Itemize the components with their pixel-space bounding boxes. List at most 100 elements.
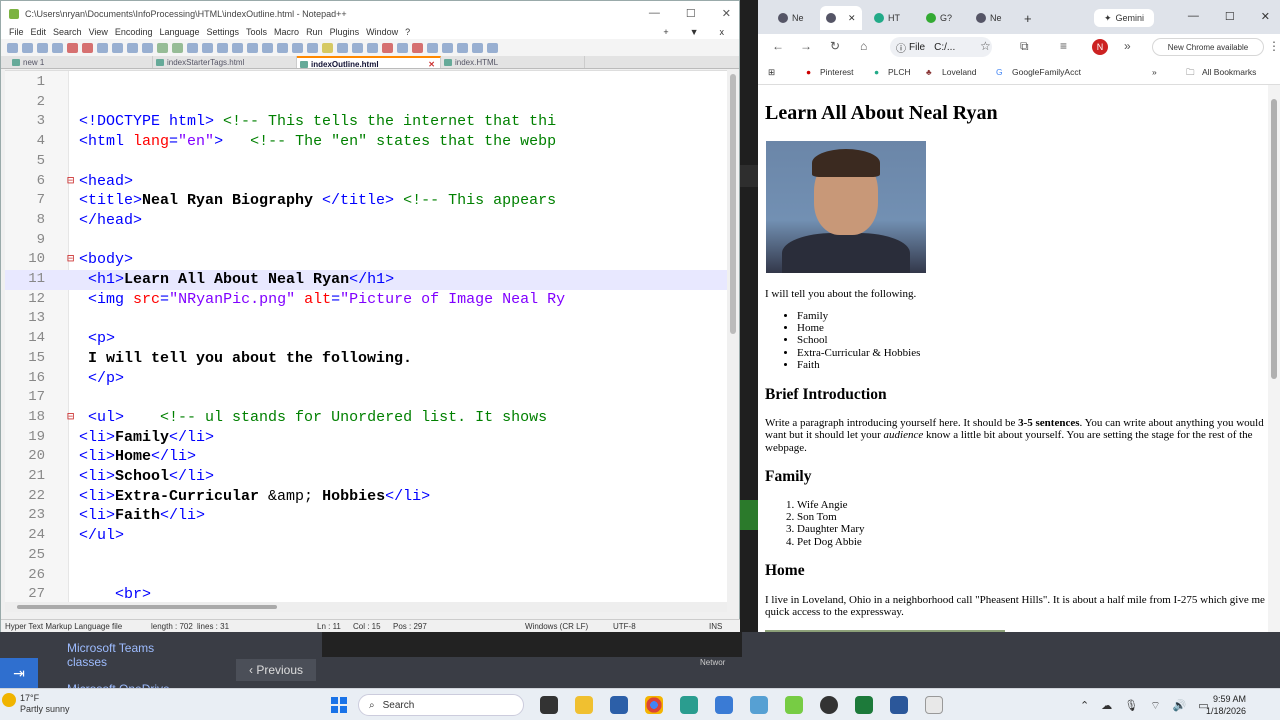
save-macro-icon[interactable]	[472, 42, 483, 53]
zoom-out-icon[interactable]	[232, 42, 243, 53]
tab-index-html[interactable]: index.HTML	[441, 56, 585, 68]
code-line[interactable]: 6 ⊟ <head>	[5, 172, 727, 192]
edge-icon[interactable]	[680, 696, 698, 714]
code-line[interactable]: 24 </ul>	[5, 526, 727, 546]
code-line[interactable]: 11 <h1>Learn All About Neal Ryan</h1>	[5, 270, 727, 290]
code-line[interactable]: 1	[5, 73, 727, 93]
npp-menu-item[interactable]: Language	[159, 27, 206, 39]
npp-menu-item[interactable]: View	[89, 27, 115, 39]
code-line[interactable]: 21 <li>School</li>	[5, 467, 727, 487]
spell-icon[interactable]	[487, 42, 498, 53]
npp-menu-dropdown[interactable]: ▼	[690, 27, 706, 37]
zoom-in-icon[interactable]	[217, 42, 228, 53]
bookmark-plch[interactable]: PLCH	[888, 67, 911, 77]
tab-close-icon[interactable]: ✕	[848, 13, 856, 24]
onedrive-icon[interactable]: ☁	[1101, 699, 1112, 713]
reading-list-icon[interactable]: ≡	[1060, 39, 1067, 53]
chrome-tab-active[interactable]: ✕	[820, 6, 862, 30]
code-line[interactable]: 18 ⊟ <ul> <!-- ul stands for Unordered li…	[5, 408, 727, 428]
npp-menu-close[interactable]: x	[720, 27, 732, 37]
wrap-icon[interactable]	[277, 42, 288, 53]
npp-menu-item[interactable]: Macro	[274, 27, 306, 39]
npp-menu-item[interactable]: Search	[53, 27, 89, 39]
maximize-icon[interactable]: ☐	[1225, 10, 1235, 23]
file-explorer-icon[interactable]	[575, 696, 593, 714]
app-icon[interactable]	[820, 696, 838, 714]
tab-index-outline[interactable]: indexOutline.html ✕	[297, 56, 441, 69]
excel-icon[interactable]	[855, 696, 873, 714]
close-icon[interactable]: ✕	[722, 7, 731, 20]
bookmark-pinterest[interactable]: Pinterest	[820, 67, 854, 77]
show-hidden-icons-icon[interactable]: ⌃	[1080, 699, 1089, 713]
new-tab-button[interactable]: +	[1024, 6, 1032, 30]
scroll-thumb[interactable]	[1271, 99, 1277, 379]
code-line[interactable]: 25	[5, 546, 727, 566]
code-line[interactable]: 9	[5, 231, 727, 251]
code-line[interactable]: 22 <li>Extra-Curricular &amp; Hobbies</li…	[5, 487, 727, 507]
bookmarks-overflow-icon[interactable]: »	[1152, 67, 1157, 77]
bookmark-googlefamilyacct[interactable]: GoogleFamilyAcct	[1012, 67, 1081, 77]
npp-menu-item[interactable]: File	[9, 27, 31, 39]
npp-menu-item[interactable]: Encoding	[115, 27, 160, 39]
close-all-icon[interactable]	[82, 42, 93, 53]
tab-new-1[interactable]: new 1	[9, 56, 153, 68]
stop-macro-icon[interactable]	[427, 42, 438, 53]
app-icon[interactable]	[750, 696, 768, 714]
chrome-tab[interactable]: G?	[926, 6, 952, 30]
play-macro-icon[interactable]	[442, 42, 453, 53]
code-line[interactable]: 27 <br>	[5, 585, 727, 602]
fold-marker-icon[interactable]: ⊟	[67, 172, 75, 192]
code-line[interactable]: 15 I will tell you about the following.	[5, 349, 727, 369]
func-list-icon[interactable]	[352, 42, 363, 53]
new-chrome-available-button[interactable]: New Chrome available	[1152, 38, 1264, 56]
play-multi-icon[interactable]	[457, 42, 468, 53]
teams-link[interactable]: Microsoft Teams classes	[67, 641, 187, 669]
app-icon[interactable]	[715, 696, 733, 714]
forward-icon[interactable]: →	[800, 39, 812, 53]
sync-h-icon[interactable]	[262, 42, 273, 53]
weather-widget[interactable]: 17°F Partly sunny	[20, 693, 70, 715]
code-line[interactable]: 8 </head>	[5, 211, 727, 231]
task-view-icon[interactable]	[540, 696, 558, 714]
snipping-tool-icon[interactable]	[925, 696, 943, 714]
fold-marker-icon[interactable]: ⊟	[67, 250, 75, 270]
home-icon[interactable]: ⌂	[860, 39, 867, 53]
scroll-thumb[interactable]	[17, 605, 277, 609]
all-chars-icon[interactable]	[292, 42, 303, 53]
previous-button[interactable]: ‹ Previous	[236, 659, 316, 681]
wifi-icon[interactable]: ⌔	[1150, 699, 1160, 713]
fold-marker-icon[interactable]: ⊟	[67, 408, 75, 428]
code-line[interactable]: 16 </p>	[5, 369, 727, 389]
page-vertical-scrollbar[interactable]	[1268, 85, 1280, 672]
code-line[interactable]: 4 <html lang="en"> <!-- The "en" states t…	[5, 132, 727, 152]
replace-icon[interactable]	[202, 42, 213, 53]
extensions-icon[interactable]: ⧉	[1020, 39, 1029, 54]
bookmark-loveland[interactable]: Loveland	[942, 67, 977, 77]
code-line[interactable]: 17	[5, 388, 727, 408]
reload-icon[interactable]: ↻	[830, 39, 840, 53]
notepadpp-taskbar-icon[interactable]	[785, 696, 803, 714]
tab-index-starter-tags[interactable]: indexStarterTags.html	[153, 56, 297, 68]
folder-workspace-icon[interactable]	[367, 42, 378, 53]
chrome-tab[interactable]: Ne	[778, 6, 804, 30]
record-macro-icon[interactable]	[412, 42, 423, 53]
lang-icon[interactable]	[322, 42, 333, 53]
doc-map-icon[interactable]	[337, 42, 348, 53]
taskbar-search[interactable]: ⌕ Search	[358, 694, 524, 716]
volume-icon[interactable]: 🔊	[1173, 699, 1187, 713]
undo-icon[interactable]	[157, 42, 168, 53]
code-line[interactable]: 23 <li>Faith</li>	[5, 506, 727, 526]
microphone-icon[interactable]: 🎙	[1124, 699, 1138, 713]
eye-icon[interactable]	[397, 42, 408, 53]
all-bookmarks-button[interactable]: All Bookmarks	[1202, 67, 1256, 77]
menu-kebab-icon[interactable]: ⋮	[1268, 39, 1280, 53]
code-line[interactable]: 13	[5, 309, 727, 329]
tab-close-icon[interactable]: ✕	[428, 60, 435, 69]
save-icon[interactable]	[37, 42, 48, 53]
apps-grid-icon[interactable]: ⊞	[768, 67, 775, 78]
code-line[interactable]: 26	[5, 566, 727, 586]
find-icon[interactable]	[187, 42, 198, 53]
editor-horizontal-scrollbar[interactable]	[5, 602, 727, 612]
chrome-tab[interactable]: Ne	[976, 6, 1002, 30]
cut-icon[interactable]	[112, 42, 123, 53]
